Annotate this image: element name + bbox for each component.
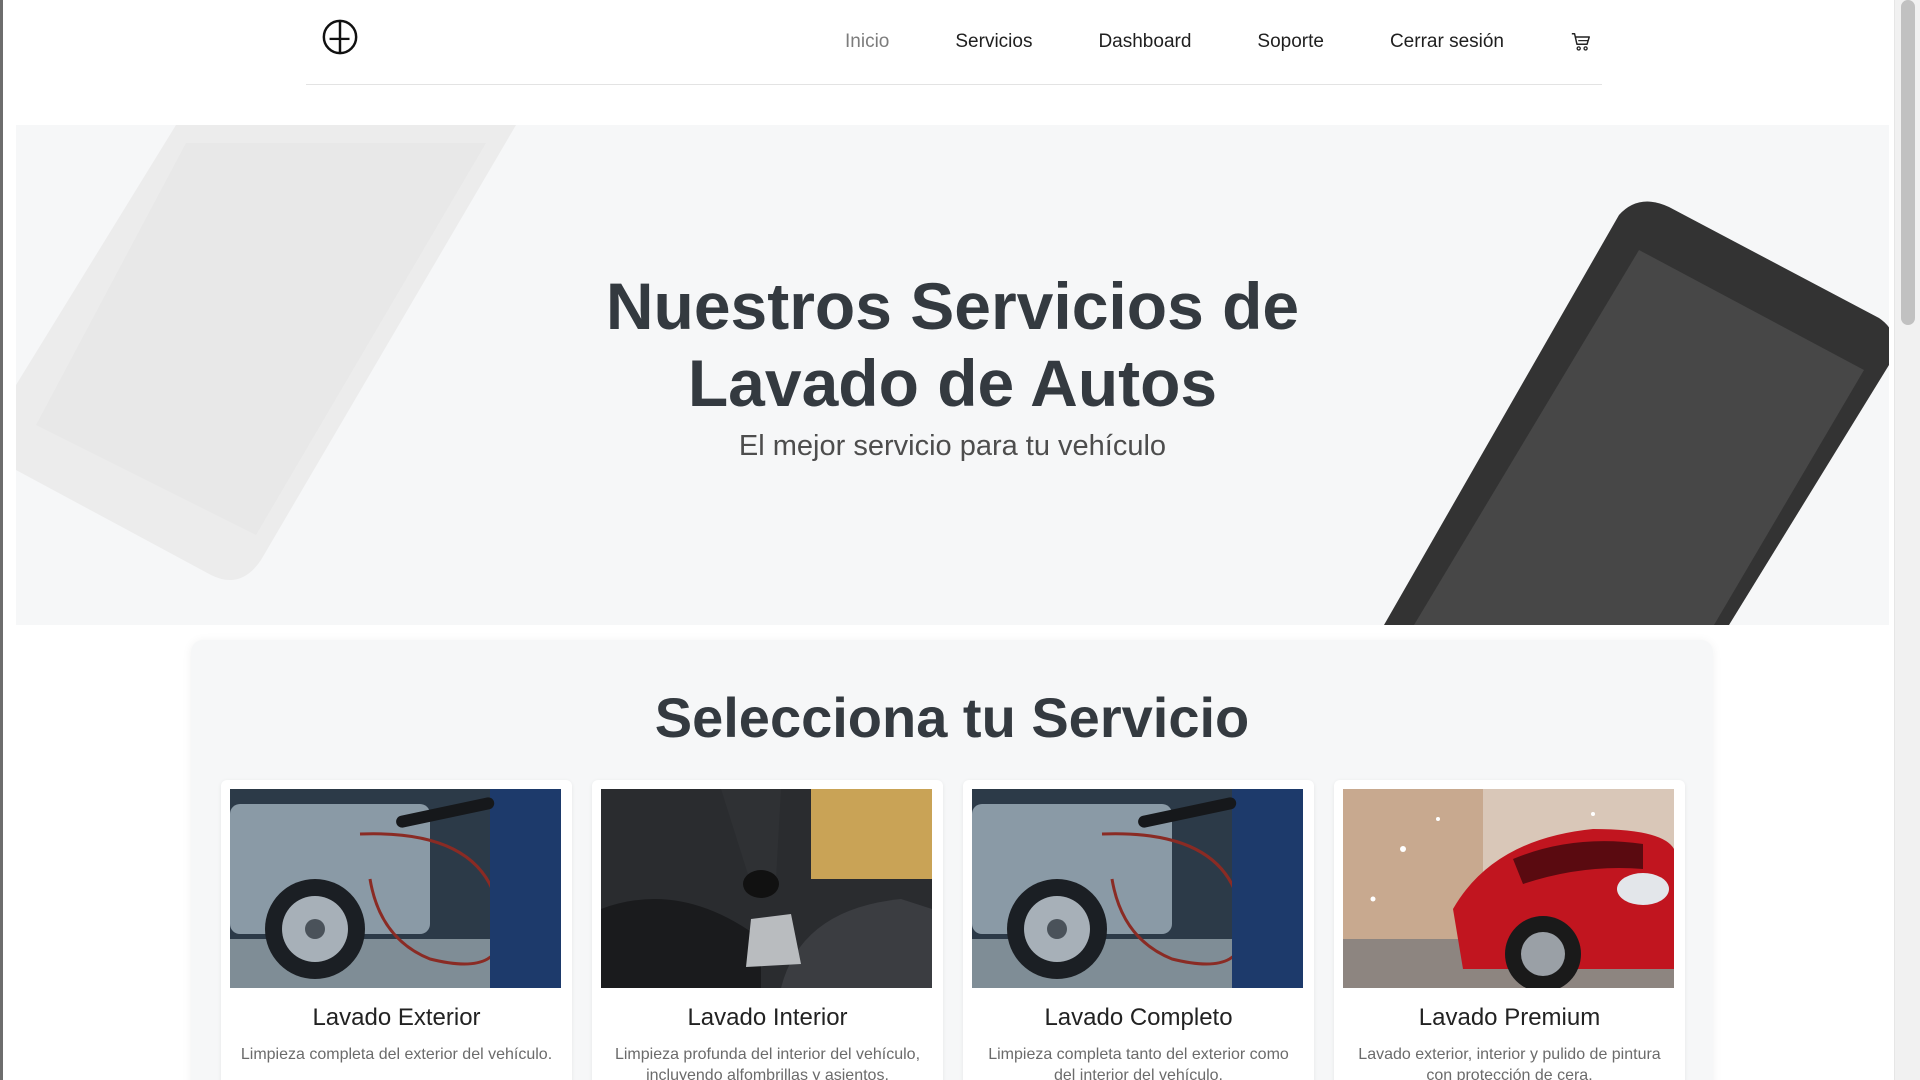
- service-desc-interior: Limpieza profunda del interior del vehíc…: [614, 1046, 921, 1080]
- hero-title-line2: Lavado de Autos: [687, 346, 1218, 420]
- main-nav: Inicio Servicios Dashboard Soporte Cerra…: [845, 0, 1602, 84]
- page-scrollbar[interactable]: [1894, 0, 1920, 1080]
- nav-link-inicio[interactable]: Inicio: [845, 31, 889, 53]
- nav-link-soporte[interactable]: Soporte: [1257, 31, 1324, 53]
- cart-icon[interactable]: [1570, 31, 1592, 53]
- hero-title-line1: Nuestros Servicios de: [605, 269, 1300, 343]
- hero-title: Nuestros Servicios de Lavado de Autos: [16, 268, 1889, 422]
- service-image-exterior: [230, 789, 561, 988]
- window-edge: [0, 0, 3, 1080]
- service-title-exterior: Lavado Exterior: [312, 1004, 481, 1031]
- hero-subtitle: El mejor servicio para tu vehículo: [738, 430, 1167, 462]
- service-image-premium: [1343, 789, 1674, 988]
- services-heading: Selecciona tu Servicio: [654, 686, 1250, 749]
- hero-text: Nuestros Servicios de Lavado de Autos El…: [16, 268, 1889, 463]
- service-card-exterior[interactable]: Lavado Exterior Limpieza completa del ex…: [221, 780, 572, 1080]
- service-title-interior: Lavado Interior: [687, 1004, 848, 1031]
- service-cards: Lavado Exterior Limpieza completa del ex…: [221, 780, 1685, 1080]
- service-desc-premium: Lavado exterior, interior y pulido de pi…: [1358, 1046, 1661, 1080]
- service-title-completo: Lavado Completo: [1044, 1004, 1233, 1031]
- ag-monogram-icon[interactable]: [321, 18, 359, 56]
- service-desc-completo: Limpieza completa tanto del exterior com…: [988, 1046, 1289, 1080]
- service-image-interior: [601, 789, 932, 988]
- service-title-premium: Lavado Premium: [1418, 1004, 1601, 1031]
- nav-link-servicios[interactable]: Servicios: [955, 31, 1032, 53]
- service-image-completo: [972, 789, 1303, 988]
- nav-link-cerrar-sesion[interactable]: Cerrar sesión: [1390, 31, 1504, 53]
- navbar: Inicio Servicios Dashboard Soporte Cerra…: [306, 0, 1602, 85]
- scrollbar-thumb[interactable]: [1901, 0, 1915, 325]
- service-card-interior[interactable]: Lavado Interior Limpieza profunda del in…: [592, 780, 943, 1080]
- service-card-premium[interactable]: Lavado Premium Lavado exterior, interior…: [1334, 780, 1685, 1080]
- services-section: Selecciona tu Servicio Lavado Exterior L…: [191, 640, 1713, 1080]
- service-card-completo[interactable]: Lavado Completo Limpieza completa tanto …: [963, 780, 1314, 1080]
- hero-banner: Nuestros Servicios de Lavado de Autos El…: [16, 125, 1889, 625]
- nav-link-dashboard[interactable]: Dashboard: [1098, 31, 1191, 53]
- service-desc-exterior: Limpieza completa del exterior del vehíc…: [240, 1046, 553, 1063]
